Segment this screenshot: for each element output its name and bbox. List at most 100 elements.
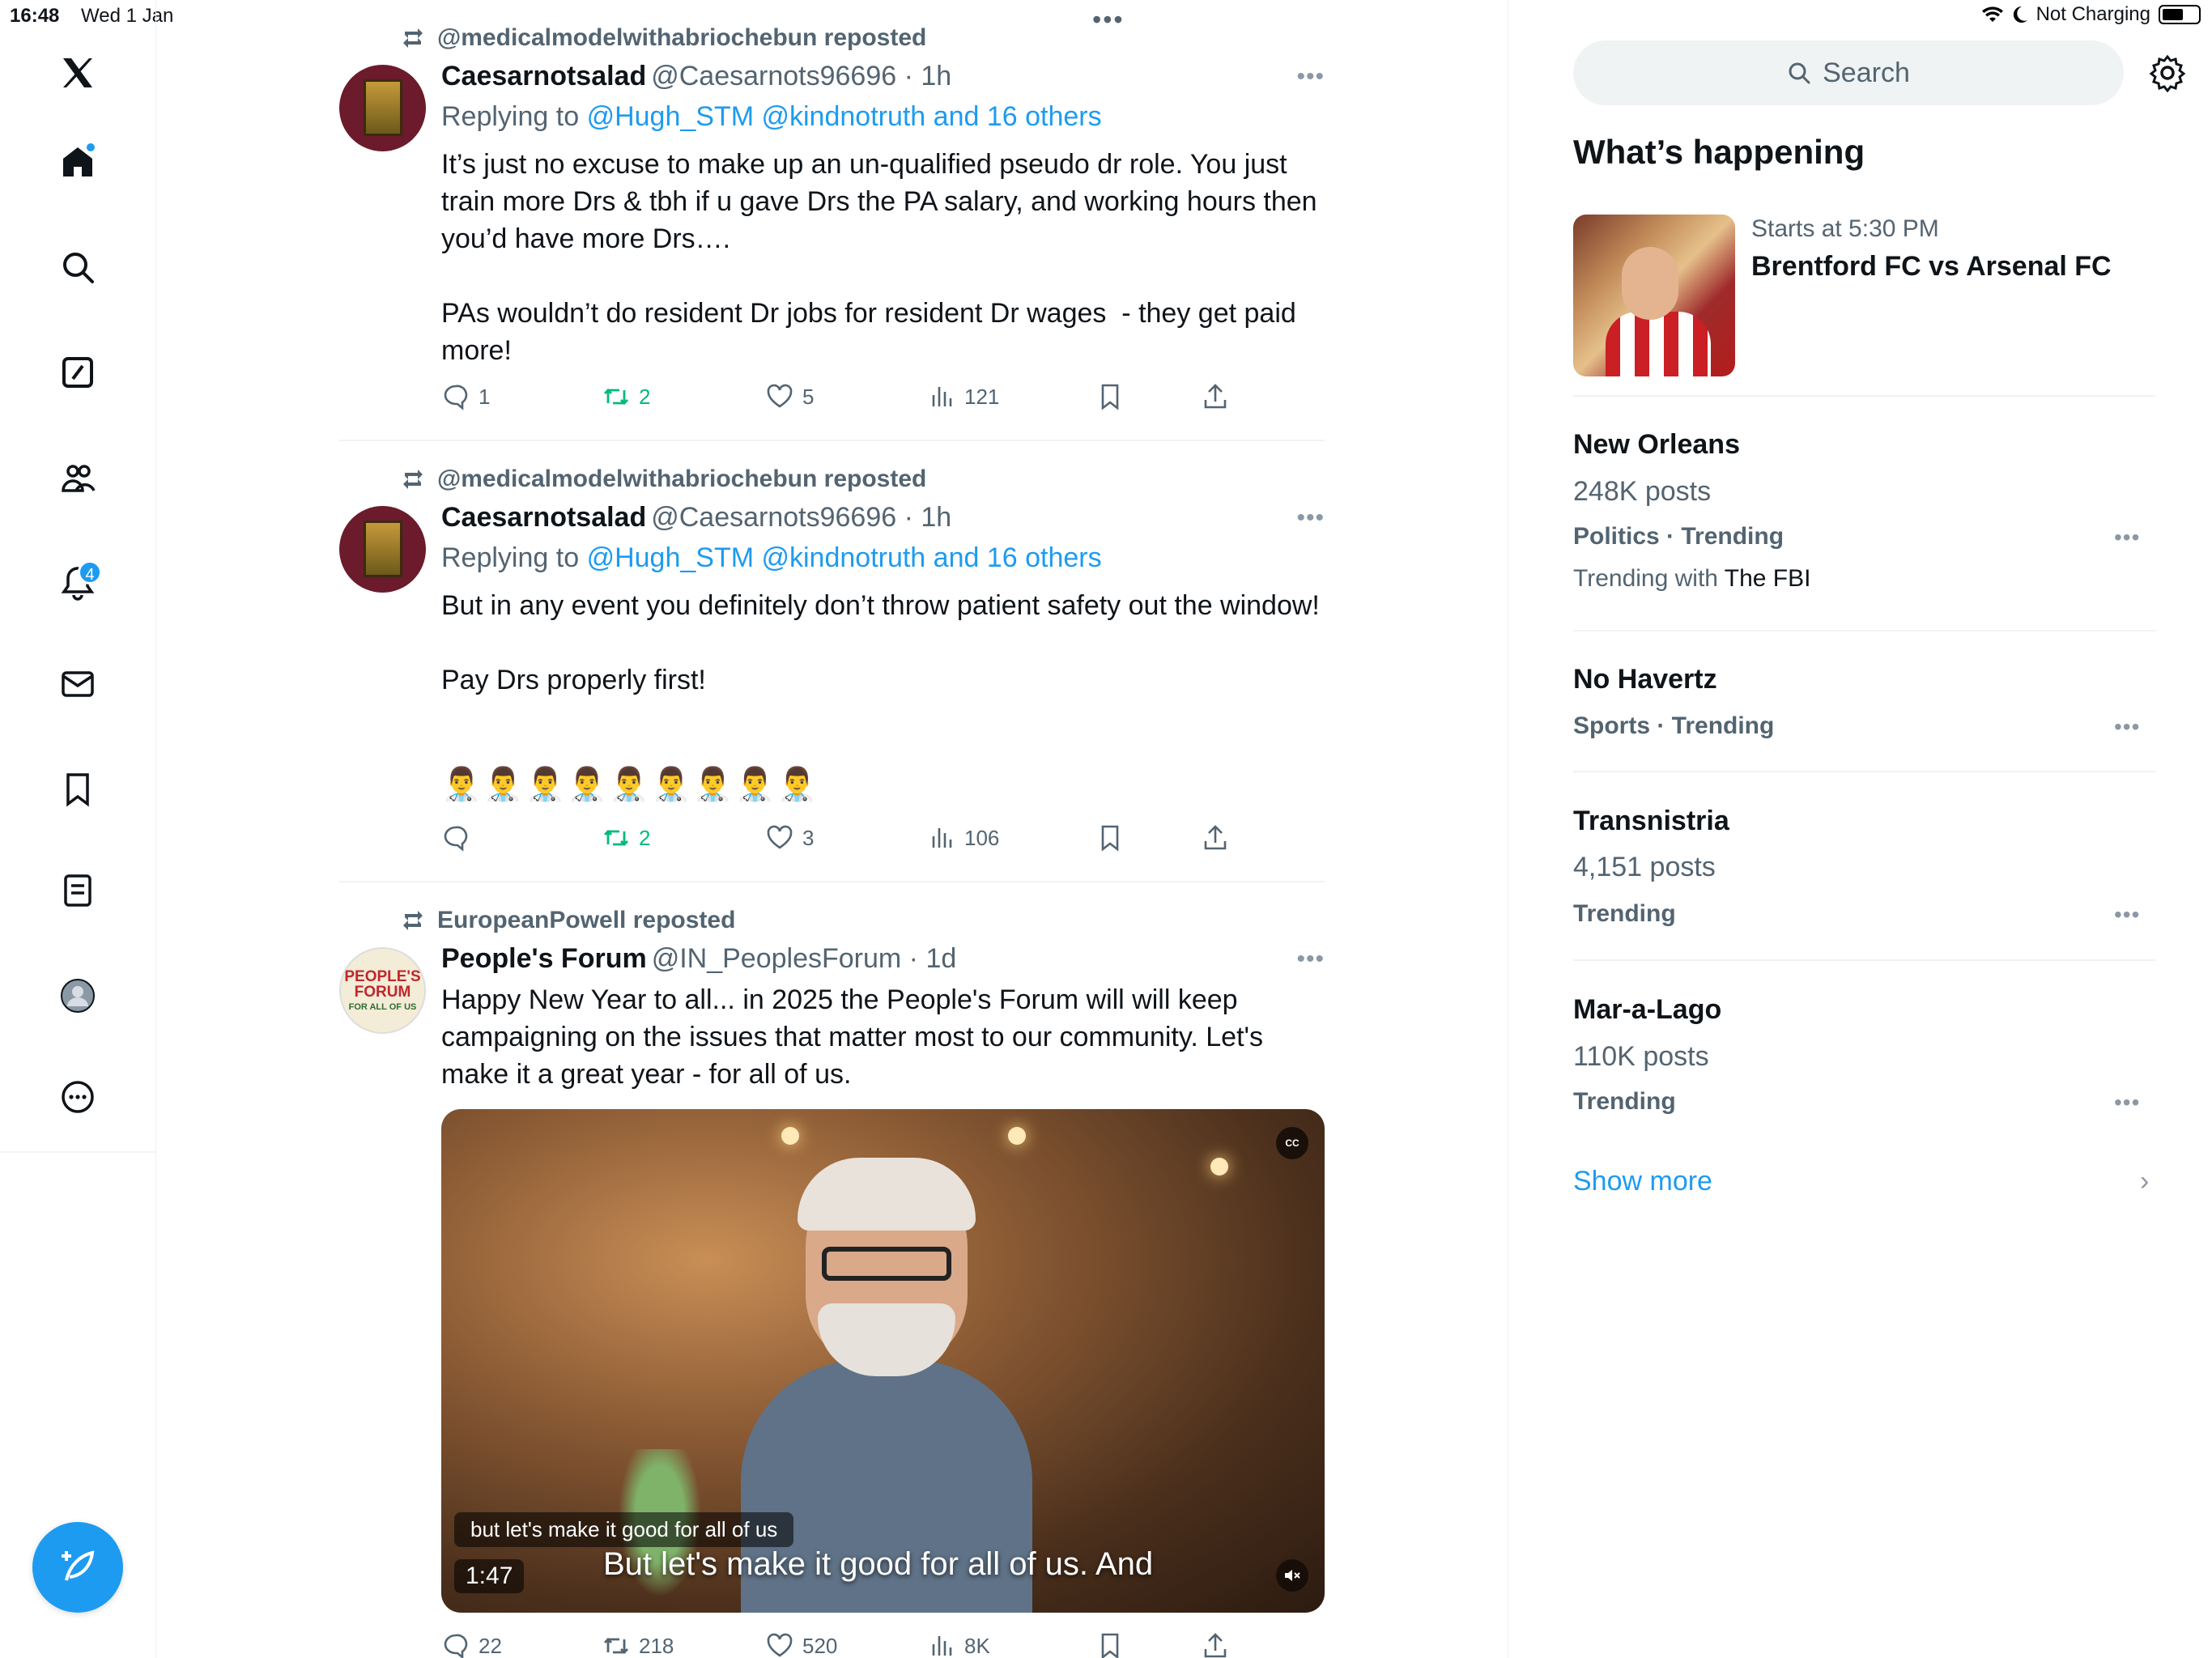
reply-button[interactable]: 22 xyxy=(441,1631,502,1658)
gear-icon[interactable] xyxy=(2148,53,2187,92)
repost-button[interactable]: 218 xyxy=(602,1631,674,1658)
views-button[interactable]: 106 xyxy=(927,823,999,852)
repost-text: @medicalmodelwithabriochebun reposted xyxy=(437,466,927,492)
author-handle[interactable]: @IN_PeoplesForum · 1d xyxy=(652,943,957,974)
view-count: 8K xyxy=(964,1633,990,1658)
trend-category: Sports · Trending xyxy=(1573,712,1775,739)
reply-button[interactable]: 1 xyxy=(441,382,490,411)
tweet-emojis: 👨‍⚕️👨‍⚕️👨‍⚕️👨‍⚕️👨‍⚕️👨‍⚕️👨‍⚕️👨‍⚕️👨‍⚕️ xyxy=(441,767,819,802)
more-icon[interactable] xyxy=(53,1073,102,1121)
like-count: 3 xyxy=(802,825,815,850)
tweet-more-button[interactable]: ••• xyxy=(1296,504,1325,532)
like-count: 5 xyxy=(802,384,815,409)
divider xyxy=(1573,771,2156,772)
trend-with-prefix: Trending with xyxy=(1573,565,1718,592)
tweet-actions: 22 218 520 8K xyxy=(441,1631,1324,1658)
search-input[interactable]: Search xyxy=(1573,40,2124,105)
replying-to: Replying to @Hugh_STM @kindnotruth and 1… xyxy=(441,542,1102,574)
bookmark-button[interactable] xyxy=(1095,1631,1125,1658)
reply-count: 1 xyxy=(479,384,491,409)
notifications-badge: 4 xyxy=(78,560,102,585)
bookmarks-icon[interactable] xyxy=(53,765,102,814)
like-button[interactable]: 520 xyxy=(765,1631,837,1658)
lists-icon[interactable] xyxy=(53,866,102,915)
repost-indicator: @medicalmodelwithabriochebun reposted xyxy=(400,24,926,52)
trend-title: No Havertz xyxy=(1573,664,1717,695)
replying-to: Replying to @Hugh_STM @kindnotruth and 1… xyxy=(441,101,1102,133)
chevron-right-icon: › xyxy=(2140,1166,2150,1197)
reply-icon xyxy=(444,1634,468,1658)
trend-more-button[interactable]: ••• xyxy=(2114,1090,2140,1116)
home-icon[interactable] xyxy=(53,138,102,186)
x-logo-icon[interactable] xyxy=(53,49,102,97)
replying-mentions[interactable]: @Hugh_STM @kindnotruth and 16 others xyxy=(587,542,1102,573)
views-button[interactable]: 8K xyxy=(927,1631,990,1658)
author-handle[interactable]: @Caesarnots96696 · 1h xyxy=(651,502,951,533)
tweet[interactable]: @medicalmodelwithabriochebun reposted Ca… xyxy=(339,0,1325,441)
trend-with: Trending with The FBI xyxy=(1573,565,1810,593)
bookmark-button[interactable] xyxy=(1095,382,1125,411)
trend-category: Trending xyxy=(1573,1088,1676,1115)
heart-icon xyxy=(767,825,793,849)
profile-icon[interactable] xyxy=(53,971,102,1020)
reply-count: 22 xyxy=(479,1633,502,1658)
trend-more-button[interactable]: ••• xyxy=(2114,714,2140,740)
trend-title: New Orleans xyxy=(1573,429,1740,460)
tweet-text: Happy New Year to all... in 2025 the Peo… xyxy=(441,984,1271,1090)
share-button[interactable] xyxy=(1201,382,1230,411)
event-title: Brentford FC vs Arsenal FC xyxy=(1751,251,2112,282)
avatar[interactable] xyxy=(339,506,426,593)
replying-prefix: Replying to xyxy=(441,542,580,573)
views-button[interactable]: 121 xyxy=(927,382,999,411)
tweet-header: Caesarnotsalad @Caesarnots96696 · 1h xyxy=(441,61,951,92)
share-button[interactable] xyxy=(1201,1631,1230,1658)
avatar[interactable] xyxy=(339,65,426,151)
tweet[interactable]: EuropeanPowell reposted PEOPLE'S FORUM F… xyxy=(339,882,1325,1658)
author-handle[interactable]: @Caesarnots96696 · 1h xyxy=(651,61,951,91)
repost-icon xyxy=(604,830,628,846)
search-icon[interactable] xyxy=(53,243,102,291)
messages-icon[interactable] xyxy=(53,660,102,708)
show-more-link[interactable]: Show more xyxy=(1573,1166,1712,1197)
reply-icon xyxy=(444,826,468,852)
like-count: 520 xyxy=(802,1633,838,1658)
closed-captions-button[interactable]: CC xyxy=(1276,1127,1308,1159)
mute-button[interactable] xyxy=(1276,1559,1308,1592)
reply-icon xyxy=(444,385,468,410)
replying-prefix: Replying to xyxy=(441,101,580,132)
trend-with-topic[interactable]: The FBI xyxy=(1725,565,1811,592)
share-icon xyxy=(1204,1633,1227,1658)
repost-icon xyxy=(403,470,423,489)
compose-post-button[interactable] xyxy=(32,1522,123,1613)
tweet-header: Caesarnotsalad @Caesarnots96696 · 1h xyxy=(441,502,951,534)
tweet-more-button[interactable]: ••• xyxy=(1296,946,1325,973)
author-name[interactable]: Caesarnotsalad xyxy=(441,61,646,91)
reply-button[interactable] xyxy=(441,823,479,852)
replying-mentions[interactable]: @Hugh_STM @kindnotruth and 16 others xyxy=(587,101,1102,132)
avatar[interactable]: PEOPLE'S FORUM FOR ALL OF US xyxy=(339,947,426,1034)
share-button[interactable] xyxy=(1201,823,1230,852)
trend-more-button[interactable]: ••• xyxy=(2114,902,2140,928)
like-button[interactable]: 3 xyxy=(765,823,814,852)
repost-icon xyxy=(604,389,628,405)
repost-indicator: @medicalmodelwithabriochebun reposted xyxy=(400,466,926,493)
communities-icon[interactable] xyxy=(53,453,102,502)
trend-category: Trending xyxy=(1573,900,1676,927)
like-button[interactable]: 5 xyxy=(765,382,814,411)
search-placeholder: Search xyxy=(1823,57,1910,88)
video-player[interactable]: CC but let's make it good for all of us … xyxy=(441,1109,1325,1613)
tweet[interactable]: @medicalmodelwithabriochebun reposted Ca… xyxy=(339,441,1325,882)
bookmark-button[interactable] xyxy=(1095,823,1125,852)
tweet-more-button[interactable]: ••• xyxy=(1296,63,1325,91)
divider xyxy=(1573,395,2156,397)
repost-icon xyxy=(403,911,423,930)
repost-button[interactable]: 2 xyxy=(602,823,650,852)
grok-icon[interactable] xyxy=(53,348,102,397)
repost-button[interactable]: 2 xyxy=(602,382,650,411)
trend-more-button[interactable]: ••• xyxy=(2114,525,2140,551)
author-name[interactable]: People's Forum xyxy=(441,943,647,974)
tweet-actions: 2 3 106 xyxy=(441,823,1324,859)
notifications-icon[interactable]: 4 xyxy=(53,559,102,607)
author-name[interactable]: Caesarnotsalad xyxy=(441,502,646,533)
repost-text: @medicalmodelwithabriochebun reposted xyxy=(437,24,927,51)
